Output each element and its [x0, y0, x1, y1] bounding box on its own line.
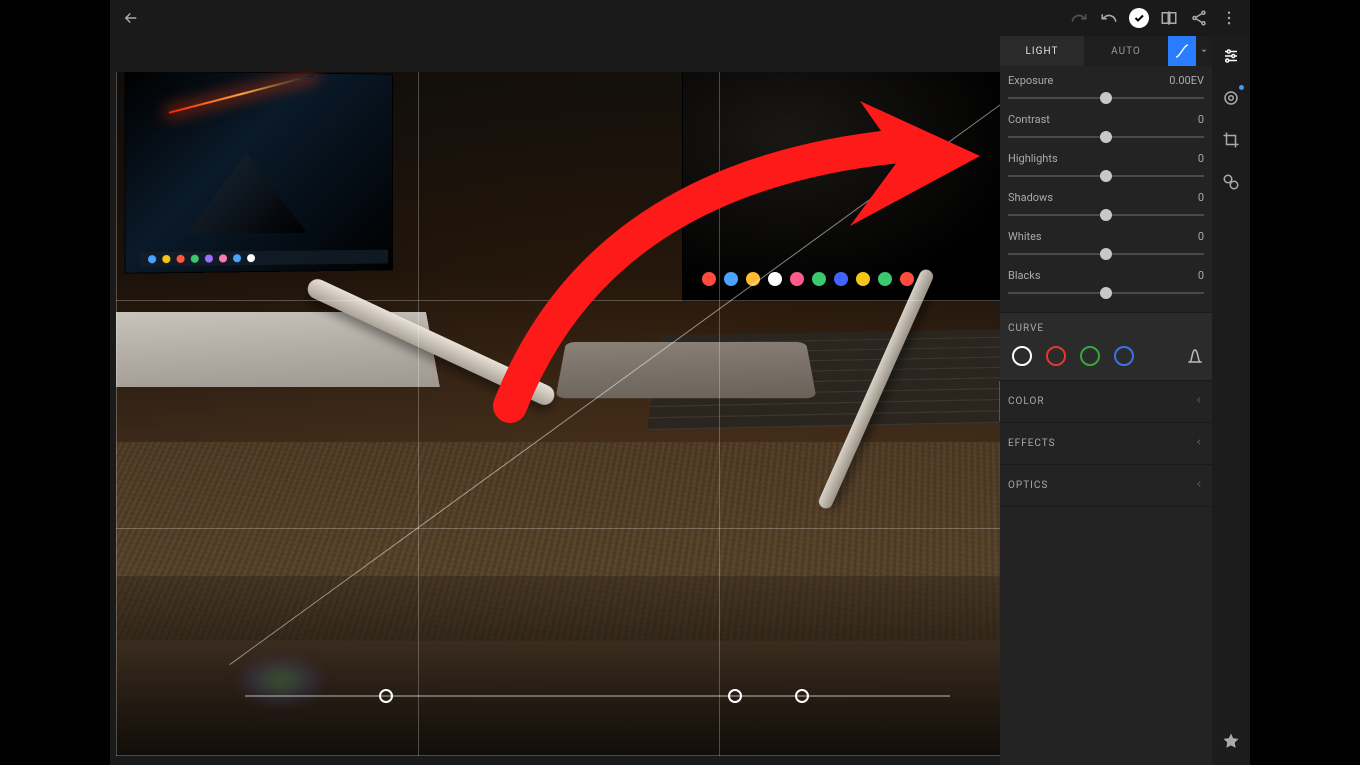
confirm-button[interactable] — [1124, 4, 1154, 32]
adjust-tool[interactable] — [1217, 42, 1245, 70]
curve-channel-luminance[interactable] — [1012, 346, 1032, 366]
slider-highlights: Highlights 0 — [1008, 152, 1204, 183]
tone-curve-dropdown[interactable] — [1196, 36, 1212, 66]
filmstrip-slider[interactable] — [245, 695, 950, 697]
chevron-left-icon — [1194, 437, 1204, 450]
whites-track[interactable] — [1008, 247, 1204, 261]
contrast-thumb[interactable] — [1100, 131, 1112, 143]
star-button[interactable] — [1217, 727, 1245, 755]
contrast-value: 0 — [1198, 113, 1204, 126]
edit-panel: LIGHT AUTO Exposure 0.00EV — [1000, 36, 1212, 765]
blacks-thumb[interactable] — [1100, 287, 1112, 299]
curve-section: CURVE — [1000, 313, 1212, 381]
slider-shadows: Shadows 0 — [1008, 191, 1204, 222]
contrast-label: Contrast — [1008, 113, 1050, 126]
arrow-left-icon — [122, 9, 140, 27]
crop-icon — [1222, 131, 1240, 149]
chevron-left-icon — [1194, 395, 1204, 408]
checkmark-icon — [1129, 8, 1149, 28]
slider-handle-2[interactable] — [728, 689, 742, 703]
highlights-track[interactable] — [1008, 169, 1204, 183]
exposure-thumb[interactable] — [1100, 92, 1112, 104]
shadows-value: 0 — [1198, 191, 1204, 204]
section-optics[interactable]: OPTICS — [1000, 465, 1212, 507]
highlights-label: Highlights — [1008, 152, 1058, 165]
app-frame: LIGHT AUTO Exposure 0.00EV — [110, 0, 1250, 765]
undo-button[interactable] — [1094, 4, 1124, 32]
undo-icon — [1100, 9, 1118, 27]
redo-button — [1064, 4, 1094, 32]
presets-icon — [1222, 173, 1240, 191]
redo-icon — [1070, 9, 1088, 27]
tab-light[interactable]: LIGHT — [1000, 36, 1084, 66]
blacks-value: 0 — [1198, 269, 1204, 282]
target-icon — [1222, 89, 1240, 107]
parametric-icon — [1186, 347, 1204, 365]
curve-channel-green[interactable] — [1080, 346, 1100, 366]
slider-handle-1[interactable] — [379, 689, 393, 703]
color-label: COLOR — [1008, 396, 1045, 407]
optics-label: OPTICS — [1008, 480, 1048, 491]
more-vertical-icon — [1220, 9, 1238, 27]
tab-auto[interactable]: AUTO — [1084, 36, 1168, 66]
tone-curve-toggle[interactable] — [1168, 36, 1196, 66]
shadows-thumb[interactable] — [1100, 209, 1112, 221]
canvas-area[interactable] — [110, 36, 1000, 765]
sliders-icon — [1222, 47, 1240, 65]
blacks-track[interactable] — [1008, 286, 1204, 300]
share-icon — [1190, 9, 1208, 27]
slider-exposure: Exposure 0.00EV — [1008, 74, 1204, 105]
parametric-curve-button[interactable] — [1186, 347, 1204, 365]
compare-icon — [1160, 9, 1178, 27]
section-effects[interactable]: EFFECTS — [1000, 423, 1212, 465]
slider-handle-3[interactable] — [795, 689, 809, 703]
curve-icon — [1174, 43, 1190, 59]
shadows-track[interactable] — [1008, 208, 1204, 222]
effects-label: EFFECTS — [1008, 438, 1056, 449]
back-button[interactable] — [116, 4, 146, 32]
photo-preview[interactable] — [116, 72, 1000, 756]
share-button[interactable] — [1184, 4, 1214, 32]
slider-blacks: Blacks 0 — [1008, 269, 1204, 300]
blacks-label: Blacks — [1008, 269, 1041, 282]
curve-channel-blue[interactable] — [1114, 346, 1134, 366]
compare-button[interactable] — [1154, 4, 1184, 32]
highlights-thumb[interactable] — [1100, 170, 1112, 182]
panel-tabs: LIGHT AUTO — [1000, 36, 1212, 66]
whites-thumb[interactable] — [1100, 248, 1112, 260]
chevron-left-icon — [1194, 479, 1204, 492]
contrast-track[interactable] — [1008, 130, 1204, 144]
selective-edit-tool[interactable] — [1217, 84, 1245, 112]
tool-rail — [1212, 36, 1250, 765]
exposure-value: 0.00EV — [1169, 74, 1204, 87]
more-button[interactable] — [1214, 4, 1244, 32]
whites-value: 0 — [1198, 230, 1204, 243]
exposure-label: Exposure — [1008, 74, 1053, 87]
curve-title: CURVE — [1008, 323, 1204, 334]
caret-down-icon — [1199, 46, 1209, 56]
shadows-label: Shadows — [1008, 191, 1053, 204]
presets-tool[interactable] — [1217, 168, 1245, 196]
section-color[interactable]: COLOR — [1000, 381, 1212, 423]
slider-contrast: Contrast 0 — [1008, 113, 1204, 144]
exposure-track[interactable] — [1008, 91, 1204, 105]
whites-label: Whites — [1008, 230, 1042, 243]
crop-tool[interactable] — [1217, 126, 1245, 154]
light-sliders: Exposure 0.00EV Contrast 0 Highlights — [1000, 66, 1212, 313]
top-bar — [110, 0, 1250, 36]
star-icon — [1222, 732, 1240, 750]
slider-whites: Whites 0 — [1008, 230, 1204, 261]
curve-channel-red[interactable] — [1046, 346, 1066, 366]
highlights-value: 0 — [1198, 152, 1204, 165]
